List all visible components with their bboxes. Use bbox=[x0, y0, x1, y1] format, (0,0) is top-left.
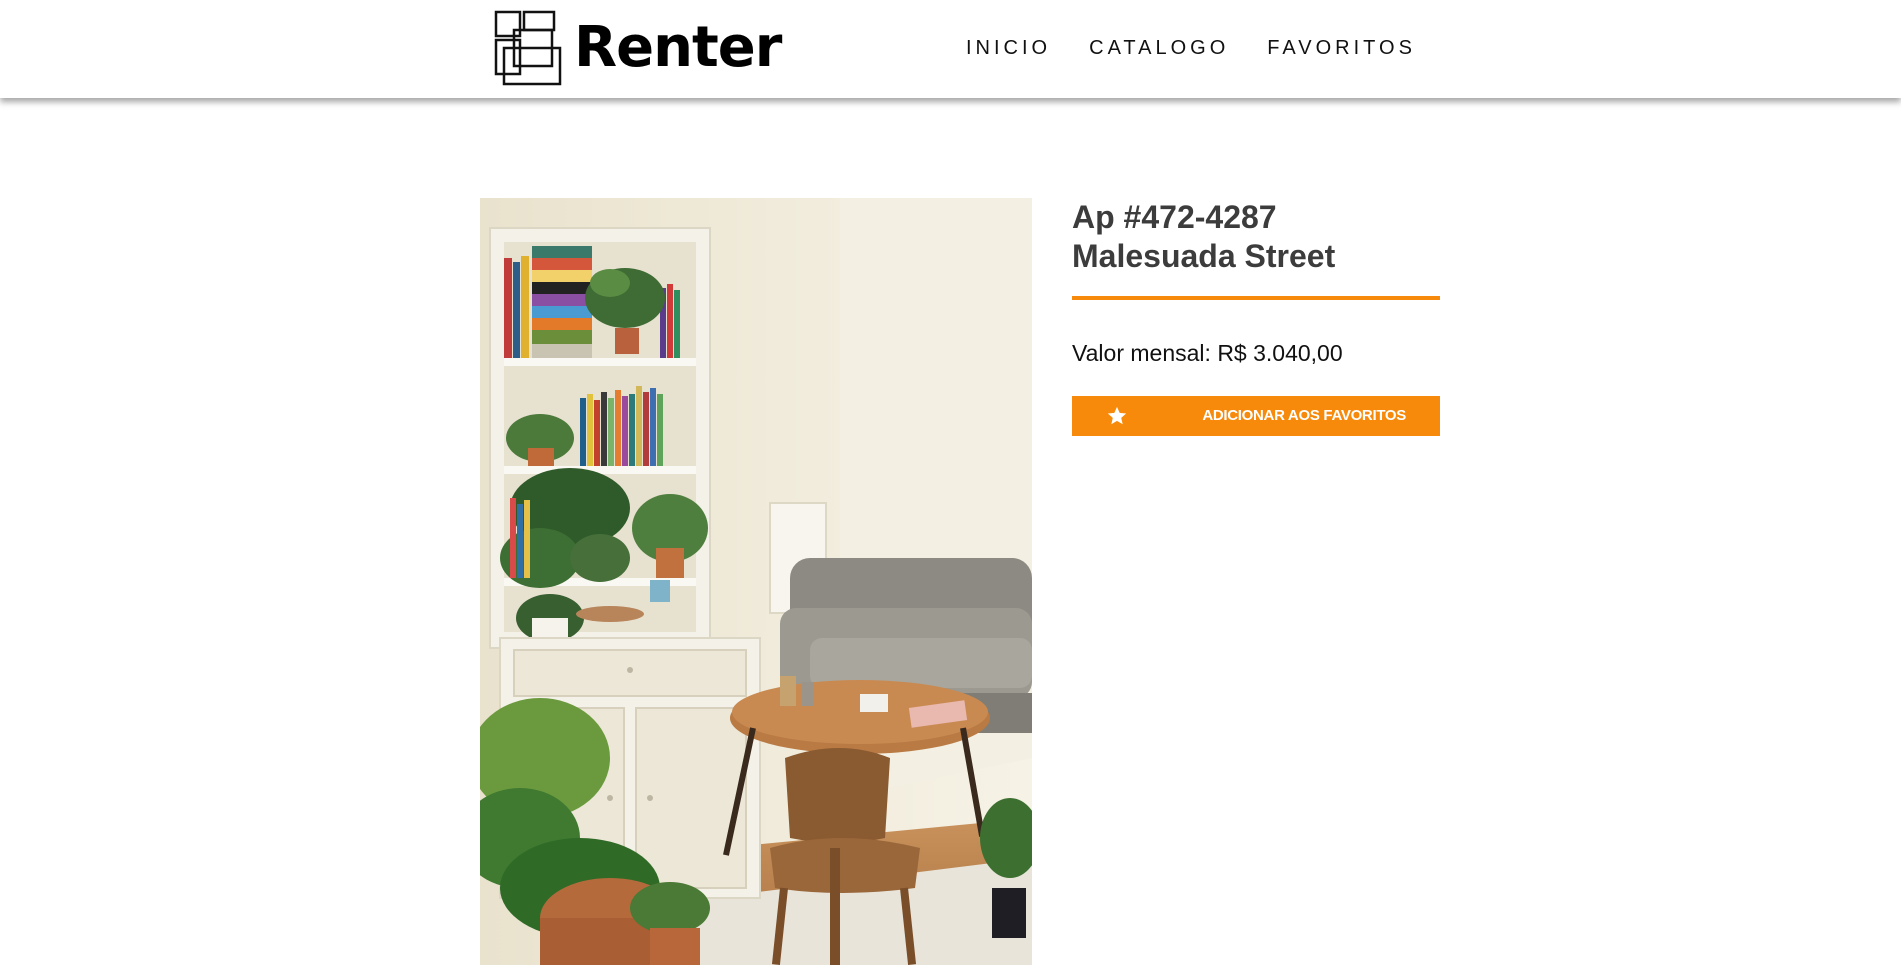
listing-title-line2: Malesuada Street bbox=[1072, 238, 1336, 274]
monthly-price: Valor mensal: R$ 3.040,00 bbox=[1072, 338, 1440, 368]
logo-text: Renter bbox=[574, 15, 782, 80]
apartment-photo-image bbox=[480, 198, 1032, 965]
price-label: Valor mensal: bbox=[1072, 340, 1211, 366]
apartment-photo bbox=[480, 198, 1032, 965]
add-to-favorites-button[interactable]: ADICIONAR AOS FAVORITOS bbox=[1072, 396, 1440, 436]
title-divider bbox=[1072, 296, 1440, 300]
price-value: R$ 3.040,00 bbox=[1217, 340, 1343, 366]
nav-catalogo[interactable]: CATALOGO bbox=[1089, 34, 1229, 62]
nav-inicio[interactable]: INICIO bbox=[966, 34, 1051, 62]
add-to-favorites-label: ADICIONAR AOS FAVORITOS bbox=[1202, 407, 1406, 424]
nav-favoritos[interactable]: FAVORITOS bbox=[1267, 34, 1416, 62]
listing-title: Ap #472-4287 Malesuada Street bbox=[1072, 198, 1440, 276]
star-icon bbox=[1107, 406, 1127, 425]
site-logo[interactable]: Renter bbox=[494, 10, 782, 86]
logo-icon bbox=[494, 10, 562, 86]
main-nav: INICIO CATALOGO FAVORITOS bbox=[966, 34, 1454, 62]
listing-details: Ap #472-4287 Malesuada Street Valor mens… bbox=[1072, 198, 1440, 436]
listing-title-line1: Ap #472-4287 bbox=[1072, 199, 1277, 235]
site-header: Renter INICIO CATALOGO FAVORITOS bbox=[0, 0, 1901, 98]
